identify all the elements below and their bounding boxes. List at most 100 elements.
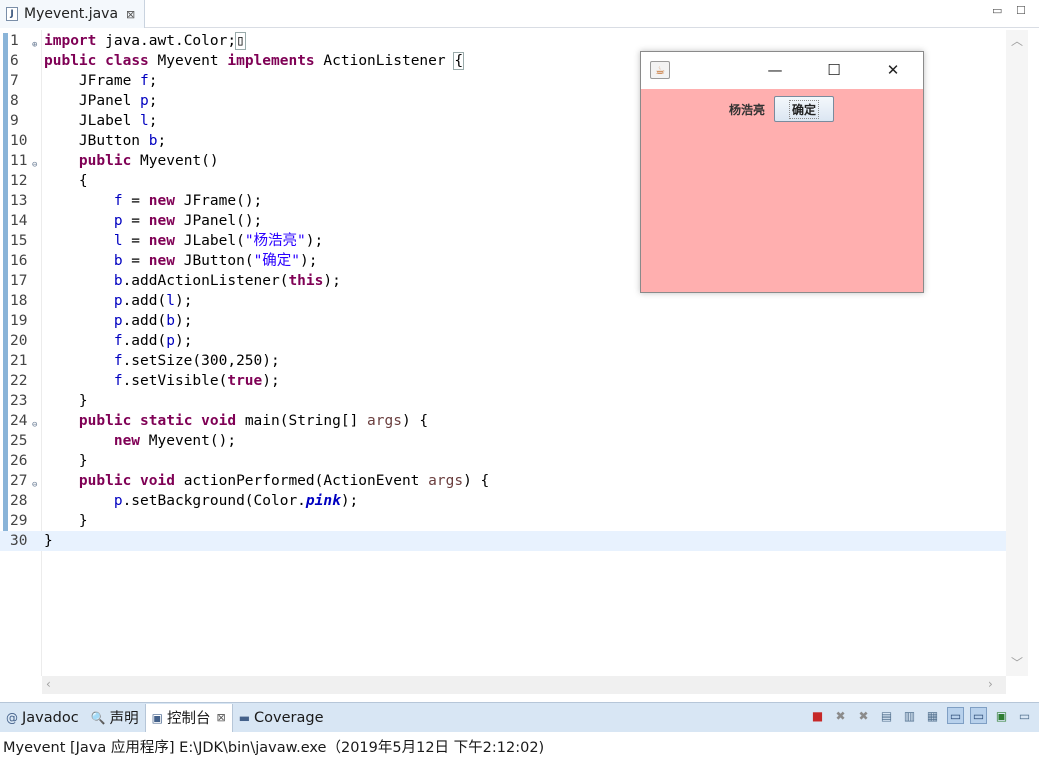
terminate-icon[interactable]: ■: [809, 707, 826, 724]
code-token: JPanel: [44, 93, 141, 109]
code-token: java.awt.Color;: [96, 33, 237, 49]
code-token: class: [105, 53, 149, 69]
code-token: ;: [148, 93, 158, 109]
code-token: );: [323, 273, 341, 289]
code-token: pink: [305, 493, 341, 509]
code-line[interactable]: 18 p.add(l);: [0, 291, 1006, 311]
code-token: }: [44, 453, 88, 469]
window-title-bar[interactable]: ☕ — ☐ ✕: [641, 52, 923, 89]
horizontal-scrollbar[interactable]: ‹ ›: [42, 676, 1006, 694]
code-token: this: [288, 273, 324, 289]
java-file-icon: J: [6, 7, 18, 21]
code-line[interactable]: 1 ⊕ import java.awt.Color;▯: [0, 31, 1006, 51]
code-token: );: [174, 293, 193, 309]
minimize-editor-icon[interactable]: ▭: [992, 4, 1002, 17]
scroll-down-icon[interactable]: ﹀: [1011, 654, 1023, 671]
word-wrap-icon[interactable]: ▦: [924, 707, 941, 724]
code-line[interactable]: 29 }: [0, 511, 1006, 531]
name-label: 杨浩亮: [729, 103, 766, 117]
code-text: p.setBackground(Color.pink);: [44, 491, 358, 511]
code-token: l: [140, 113, 149, 129]
console-tab-declaration[interactable]: 🔍 声明: [85, 704, 145, 732]
code-token: );: [300, 253, 318, 269]
scroll-left-icon[interactable]: ‹: [46, 677, 51, 691]
line-number: 10: [10, 133, 28, 149]
code-token: Myevent(): [131, 153, 219, 169]
line-number: 7: [10, 73, 19, 89]
minimize-window-button[interactable]: —: [760, 58, 790, 82]
code-text: p.add(b);: [44, 311, 193, 331]
code-token: .add(: [122, 313, 167, 329]
code-token: ▯: [235, 32, 246, 50]
code-token: b: [166, 313, 175, 329]
show-console-output-icon[interactable]: ▭: [947, 707, 964, 724]
code-token: p: [166, 333, 175, 349]
code-line[interactable]: 28 p.setBackground(Color.pink);: [0, 491, 1006, 511]
clear-console-icon[interactable]: ▤: [878, 707, 895, 724]
remove-launch-icon[interactable]: ✖: [832, 707, 849, 724]
editor-tab-myevent[interactable]: J Myevent.java ⊠: [0, 0, 145, 28]
code-line[interactable]: 24 ⊖ public static void main(String[] arg…: [0, 411, 1006, 431]
code-line[interactable]: 20 f.add(p);: [0, 331, 1006, 351]
console-tab-coverage[interactable]: ▬ Coverage: [233, 704, 330, 732]
code-line[interactable]: 26 }: [0, 451, 1006, 471]
code-token: static: [140, 413, 193, 429]
code-text: p = new JPanel();: [44, 211, 262, 231]
code-line[interactable]: 30}: [0, 531, 1006, 551]
code-text: }: [44, 451, 88, 471]
code-token: ;: [148, 73, 158, 89]
code-line[interactable]: 19 p.add(b);: [0, 311, 1006, 331]
code-text: l = new JLabel("杨浩亮");: [44, 231, 323, 251]
show-console-error-icon[interactable]: ▭: [970, 707, 987, 724]
code-line[interactable]: 27 ⊖ public void actionPerformed(ActionEv…: [0, 471, 1006, 491]
console-toolbar: ■ ✖ ✖ ▤ ▥ ▦ ▭ ▭ ▣ ▭: [809, 707, 1033, 724]
code-line[interactable]: 22 f.setVisible(true);: [0, 371, 1006, 391]
maximize-window-button[interactable]: ☐: [819, 58, 849, 82]
display-console-icon[interactable]: ▭: [1016, 707, 1033, 724]
line-number: 9: [10, 113, 19, 129]
console-tab-javadoc[interactable]: @ Javadoc: [0, 704, 85, 732]
code-text: {: [44, 171, 88, 191]
remove-all-launches-icon[interactable]: ✖: [855, 707, 872, 724]
code-token: }: [44, 393, 88, 409]
maximize-editor-icon[interactable]: ☐: [1016, 4, 1026, 17]
close-tab-icon[interactable]: ⊠: [126, 8, 135, 21]
line-number: 23: [10, 393, 28, 409]
code-token: true: [227, 373, 263, 389]
close-console-tab-icon[interactable]: ⊠: [216, 711, 225, 724]
code-token: new: [148, 193, 175, 209]
code-token: JButton: [44, 133, 149, 149]
line-number: 12: [10, 173, 28, 189]
line-number: 13: [10, 193, 28, 209]
code-token: "确定": [253, 253, 301, 269]
code-line[interactable]: 23 }: [0, 391, 1006, 411]
code-token: ;: [148, 113, 158, 129]
line-number: 16: [10, 253, 28, 269]
code-token: JLabel: [44, 113, 141, 129]
scroll-up-icon[interactable]: ︿: [1011, 32, 1023, 49]
console-tab-bar: @ Javadoc 🔍 声明 ▣ 控制台 ⊠ ▬ Coverage ■ ✖ ✖ ▤ ▥ ▦ ▭ …: [0, 702, 1039, 732]
code-line[interactable]: 25 new Myevent();: [0, 431, 1006, 451]
vertical-scrollbar[interactable]: ︿ ﹀: [1006, 30, 1028, 676]
java-swing-window[interactable]: ☕ — ☐ ✕ 杨浩亮 确定: [640, 51, 924, 293]
console-tab-console[interactable]: ▣ 控制台 ⊠: [144, 703, 233, 732]
close-window-button[interactable]: ✕: [878, 58, 908, 82]
confirm-button[interactable]: 确定: [774, 96, 834, 122]
code-line[interactable]: 21 f.setSize(300,250);: [0, 351, 1006, 371]
line-number: 30: [10, 533, 28, 549]
line-number: 14: [10, 213, 28, 229]
code-token: p: [140, 93, 149, 109]
scroll-right-icon[interactable]: ›: [988, 677, 993, 691]
pin-console-icon[interactable]: ▣: [993, 707, 1010, 724]
code-text: JFrame f;: [44, 71, 158, 91]
code-token: .add(: [122, 293, 167, 309]
scroll-lock-icon[interactable]: ▥: [901, 707, 918, 724]
code-token: JFrame: [44, 73, 141, 89]
editor-tab-label: Myevent.java: [24, 6, 119, 22]
code-token: );: [262, 373, 280, 389]
